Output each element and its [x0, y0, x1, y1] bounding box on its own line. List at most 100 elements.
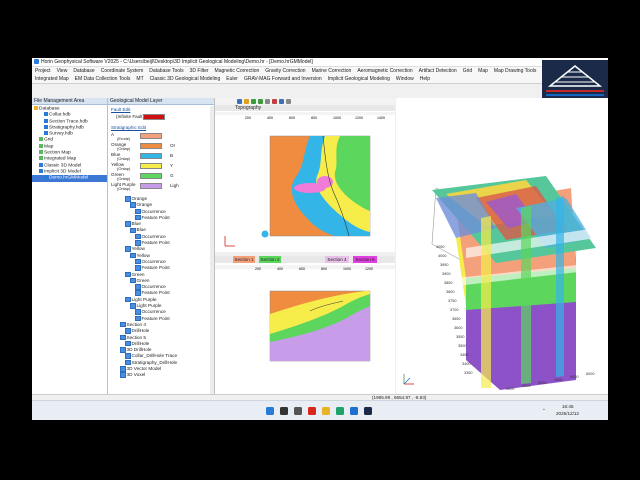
- geo-tree-label: DrillHole: [131, 328, 150, 334]
- visibility-checkbox[interactable]: [125, 271, 131, 278]
- map-icon: [39, 150, 43, 155]
- strat-color-swatch[interactable]: [140, 183, 162, 189]
- browser-icon[interactable]: [336, 407, 344, 415]
- menu2-item-5[interactable]: GRAV-MAG Forward and Inversion: [241, 76, 325, 82]
- start-icon[interactable]: [266, 407, 274, 415]
- visibility-checkbox[interactable]: [120, 366, 126, 372]
- section-view[interactable]: 200 400 600 800 1000 1200 Section 1 Section 2…: [215, 256, 395, 394]
- tab-section-4[interactable]: Section 4: [325, 256, 349, 263]
- visibility-checkbox[interactable]: [130, 252, 136, 259]
- menu-item-12[interactable]: Map: [475, 68, 491, 74]
- geo-panel-scrollbar[interactable]: [210, 106, 214, 394]
- app-taskbar-icon[interactable]: [350, 407, 358, 415]
- visibility-checkbox[interactable]: [130, 202, 136, 208]
- tab-section-2[interactable]: Section 2: [259, 256, 281, 263]
- visibility-checkbox[interactable]: [120, 372, 126, 378]
- menu-item-2[interactable]: Database: [70, 68, 97, 74]
- visibility-checkbox[interactable]: [135, 233, 141, 240]
- zoom-out-icon[interactable]: [258, 99, 263, 104]
- menu2-item-2[interactable]: MT: [133, 76, 146, 82]
- refresh-icon[interactable]: [265, 99, 270, 104]
- tab-section-1[interactable]: Section 1: [233, 256, 255, 263]
- visibility-checkbox[interactable]: [125, 340, 131, 347]
- section-x-tick: 800: [321, 267, 327, 271]
- visibility-checkbox[interactable]: [130, 277, 136, 284]
- menu-item-4[interactable]: Database Tools: [146, 68, 186, 74]
- visibility-checkbox[interactable]: [135, 265, 141, 271]
- 3d-model-view[interactable]: 4050 4000 3950 3900 3850 3800 3750 3700 3650 3600…: [396, 98, 608, 394]
- menu2-item-6[interactable]: Implicit Geological Modeling: [325, 76, 393, 82]
- strat-color-swatch[interactable]: [140, 153, 162, 159]
- strat-color-swatch[interactable]: [140, 143, 162, 149]
- visibility-checkbox[interactable]: [135, 290, 141, 296]
- visibility-checkbox[interactable]: [135, 214, 141, 221]
- visibility-checkbox[interactable]: [125, 246, 131, 252]
- menu-item-10[interactable]: Artifact Detection: [416, 68, 460, 74]
- menu-item-9[interactable]: Aeromagnetic Correction: [354, 68, 415, 74]
- fault-color-swatch[interactable]: [143, 114, 165, 120]
- fault-edit-header[interactable]: Fault Edit: [111, 107, 130, 112]
- geo-tree-label: Stratigraphy_DrillHole: [131, 359, 178, 365]
- visibility-checkbox[interactable]: [125, 221, 131, 227]
- pan-tool-icon[interactable]: [244, 99, 249, 104]
- menu2-item-7[interactable]: Window: [393, 76, 417, 82]
- menu2-item-3[interactable]: Classic 3D Geological Modeling: [147, 76, 224, 82]
- visibility-checkbox[interactable]: [135, 284, 141, 290]
- menu-item-11[interactable]: Grid: [460, 68, 475, 74]
- menu-item-6[interactable]: Magnetic Correction: [212, 68, 263, 74]
- horin-taskbar-icon[interactable]: [364, 407, 372, 415]
- visibility-checkbox[interactable]: [135, 240, 141, 246]
- menu-item-8[interactable]: Marine Correction: [309, 68, 355, 74]
- menu-item-13[interactable]: Map Drawing Tools: [491, 68, 539, 74]
- strat-edit-header[interactable]: Stratigraphic Edit: [111, 125, 146, 130]
- menu-item-3[interactable]: Coordinate System: [98, 68, 147, 74]
- file-explorer-icon[interactable]: [322, 407, 330, 415]
- strat-color-swatch[interactable]: [140, 133, 162, 139]
- strat-color-swatch[interactable]: [140, 163, 162, 169]
- visibility-checkbox[interactable]: [135, 208, 141, 215]
- visibility-checkbox[interactable]: [125, 328, 131, 334]
- geo-tree-item[interactable]: 3D Voxel: [108, 372, 208, 378]
- visibility-checkbox[interactable]: [135, 315, 141, 322]
- visibility-checkbox[interactable]: [130, 303, 136, 309]
- menu2-item-0[interactable]: Integrated Map: [32, 76, 72, 82]
- menu-item-0[interactable]: Project: [32, 68, 54, 74]
- visibility-checkbox[interactable]: [120, 347, 126, 353]
- geo-tree-label: Collar_DrillHole Trace: [131, 353, 178, 359]
- menu-item-5[interactable]: 3D Filter: [187, 68, 212, 74]
- visibility-checkbox[interactable]: [125, 296, 131, 303]
- file-tree-item[interactable]: Demo.hrGMModel: [32, 175, 107, 182]
- task-view-icon[interactable]: [294, 407, 302, 415]
- strat-sub: (Erode): [117, 136, 131, 141]
- menu2-item-8[interactable]: Help: [417, 76, 433, 82]
- grid-icon: [39, 137, 43, 142]
- strat-color-swatch[interactable]: [140, 173, 162, 179]
- topography-view[interactable]: Topography 200 400 600 800 1000 1200 1400: [215, 105, 395, 252]
- visibility-checkbox[interactable]: [135, 258, 141, 265]
- wifi-icon[interactable]: ⌃: [542, 408, 546, 414]
- menu-item-7[interactable]: Gravity Correction: [262, 68, 308, 74]
- visibility-checkbox[interactable]: [120, 334, 126, 341]
- visibility-checkbox[interactable]: [125, 353, 131, 359]
- zoom-in-icon[interactable]: [251, 99, 256, 104]
- select-tool-icon[interactable]: [237, 99, 242, 104]
- topo-x-tick: 1000: [333, 116, 341, 120]
- visibility-checkbox[interactable]: [120, 321, 126, 328]
- 3d-axis-tick: 3450: [460, 353, 468, 357]
- search-icon[interactable]: [280, 407, 288, 415]
- menu2-item-1[interactable]: EM Data Collection Tools: [72, 76, 134, 82]
- file-tree-label: Section Map: [44, 150, 71, 156]
- settings-icon[interactable]: [286, 99, 291, 104]
- tab-section-5[interactable]: Section 5: [353, 256, 377, 263]
- model-icon: [39, 162, 43, 167]
- visibility-checkbox[interactable]: [125, 196, 131, 202]
- wps-icon[interactable]: [308, 407, 316, 415]
- visibility-checkbox[interactable]: [125, 359, 131, 366]
- draw-icon[interactable]: [272, 99, 277, 104]
- visibility-checkbox[interactable]: [135, 309, 141, 315]
- visibility-checkbox[interactable]: [130, 227, 136, 233]
- 3d-axis-tick: 3850: [444, 281, 452, 285]
- menu2-item-4[interactable]: Euler: [223, 76, 241, 82]
- layer-icon[interactable]: [279, 99, 284, 104]
- menu-item-1[interactable]: View: [54, 68, 71, 74]
